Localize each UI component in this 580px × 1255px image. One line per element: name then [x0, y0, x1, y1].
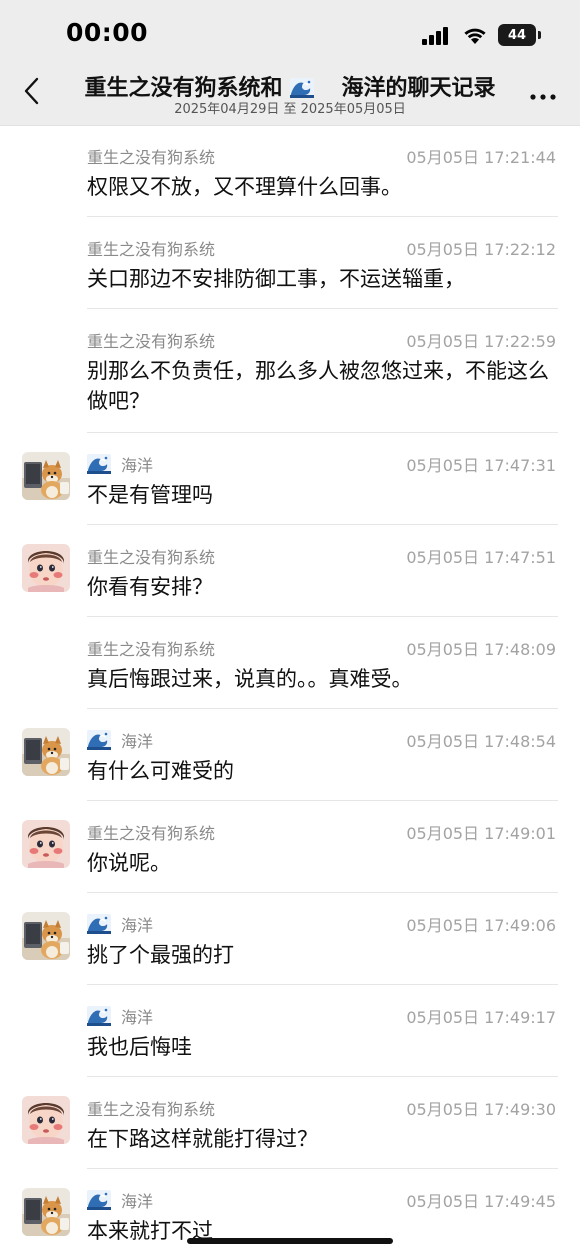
message-time: 05月05日 17:49:30 — [406, 1100, 556, 1119]
message-time: 05月05日 17:47:31 — [406, 456, 556, 475]
avatar[interactable] — [22, 452, 70, 500]
message-item[interactable]: 重生之没有狗系统 05月05日 17:22:59 别那么不负责任，那么多人被忽悠… — [0, 309, 580, 433]
message-time: 05月05日 17:49:17 — [406, 1008, 556, 1027]
wave-emoji-icon — [87, 454, 111, 474]
message-text: 有什么可难受的 — [87, 759, 234, 783]
signal-icon — [422, 25, 452, 45]
home-indicator[interactable] — [187, 1238, 393, 1244]
message-time: 05月05日 17:22:12 — [406, 240, 556, 259]
status-icons: 44 — [422, 22, 541, 48]
chat-record-list[interactable]: 重生之没有狗系统 05月05日 17:21:44 权限又不放，又不理算什么回事。… — [0, 125, 580, 1255]
avatar[interactable] — [22, 544, 70, 592]
battery-icon: 44 — [498, 24, 541, 46]
message-time: 05月05日 17:47:51 — [406, 548, 556, 567]
avatar[interactable] — [22, 728, 70, 776]
message-item[interactable]: 重生之没有狗系统 05月05日 17:47:51 你看有安排？ — [0, 525, 580, 617]
message-item[interactable]: 海洋 05月05日 17:47:31 不是有管理吗 — [0, 433, 580, 525]
message-item[interactable]: 重生之没有狗系统 05月05日 17:21:44 权限又不放，又不理算什么回事。 — [0, 125, 580, 217]
message-item[interactable]: 重生之没有狗系统 05月05日 17:48:09 真后悔跟过来，说真的。。真难受… — [0, 617, 580, 709]
message-text: 你说呢。 — [87, 851, 171, 875]
message-sender: 重生之没有狗系统 — [87, 332, 216, 351]
message-text: 我也后悔哇 — [87, 1035, 192, 1059]
message-sender: 重生之没有狗系统 — [87, 548, 216, 567]
message-sender: 海洋 — [87, 1004, 153, 1028]
wave-emoji-icon — [87, 730, 111, 750]
message-item[interactable]: 重生之没有狗系统 05月05日 17:49:30 在下路这样就能打得过？ — [0, 1077, 580, 1169]
avatar[interactable] — [22, 820, 70, 868]
message-time: 05月05日 17:49:01 — [406, 824, 556, 843]
message-sender: 海洋 — [87, 912, 153, 936]
chevron-left-icon — [24, 77, 39, 105]
message-item[interactable]: 重生之没有狗系统 05月05日 17:49:01 你说呢。 — [0, 801, 580, 893]
message-text: 权限又不放，又不理算什么回事。 — [87, 175, 402, 199]
message-time: 05月05日 17:48:09 — [406, 640, 556, 659]
message-text: 不是有管理吗 — [87, 483, 213, 507]
message-time: 05月05日 17:22:59 — [406, 332, 556, 351]
wifi-icon — [464, 28, 486, 44]
message-text: 挑了个最强的打 — [87, 943, 234, 967]
message-sender: 海洋 — [87, 1188, 153, 1212]
message-sender: 海洋 — [87, 452, 153, 476]
avatar[interactable] — [22, 1096, 70, 1144]
message-item[interactable]: 海洋 05月05日 17:49:06 挑了个最强的打 — [0, 893, 580, 985]
message-time: 05月05日 17:49:45 — [406, 1192, 556, 1211]
message-item[interactable]: 海洋 05月05日 17:48:54 有什么可难受的 — [0, 709, 580, 801]
message-sender: 重生之没有狗系统 — [87, 1100, 216, 1119]
message-item[interactable]: 重生之没有狗系统 05月05日 17:22:12 关口那边不安排防御工事，不运送… — [0, 217, 580, 309]
wave-emoji-icon — [87, 1006, 111, 1026]
more-dots-icon — [530, 94, 556, 100]
status-time: 00:00 — [66, 18, 149, 47]
wave-emoji-icon — [290, 78, 314, 98]
message-sender: 重生之没有狗系统 — [87, 640, 216, 659]
message-sender: 重生之没有狗系统 — [87, 240, 216, 259]
message-item[interactable]: 海洋 05月05日 17:49:17 我也后悔哇 — [0, 985, 580, 1077]
avatar[interactable] — [22, 1188, 70, 1236]
message-text: 关口那边不安排防御工事，不运送辎重， — [87, 267, 465, 291]
date-range: 2025年04月29日 至 2025年05月05日 — [174, 102, 406, 117]
message-text: 真后悔跟过来，说真的。。真难受。 — [87, 667, 413, 691]
battery-level: 44 — [507, 27, 527, 43]
back-button[interactable] — [16, 76, 46, 110]
more-button[interactable] — [530, 86, 556, 101]
message-time: 05月05日 17:21:44 — [406, 148, 556, 167]
wave-emoji-icon — [87, 914, 111, 934]
message-text: 你看有安排？ — [87, 575, 213, 599]
top-bar: 00:00 44 重生之没有狗系统和 海洋的聊天记录 2025年04月29日 至… — [0, 0, 580, 126]
message-sender: 海洋 — [87, 728, 153, 752]
message-sender: 重生之没有狗系统 — [87, 148, 216, 167]
message-time: 05月05日 17:49:06 — [406, 916, 556, 935]
avatar[interactable] — [22, 912, 70, 960]
message-text: 在下路这样就能打得过？ — [87, 1127, 318, 1151]
wave-emoji-icon — [87, 1190, 111, 1210]
message-text: 别那么不负责任，那么多人被忽悠过来，不能这么做吧？ — [87, 359, 549, 413]
message-sender: 重生之没有狗系统 — [87, 824, 216, 843]
message-time: 05月05日 17:48:54 — [406, 732, 556, 751]
